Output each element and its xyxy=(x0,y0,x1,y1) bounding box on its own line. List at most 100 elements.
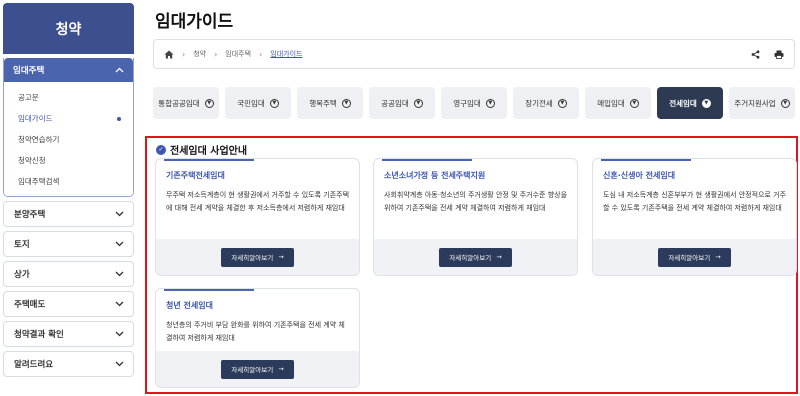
breadcrumb-separator-icon: › xyxy=(259,49,263,59)
button-label: 자세히알아보기 xyxy=(668,254,711,262)
button-label: 자세히알아보기 xyxy=(231,254,274,262)
accordion-rental-housing: 임대주택 공고문 임대가이드 청약연습하기 청약신청 임대주택검색 xyxy=(3,58,134,197)
arrow-right-icon: → xyxy=(715,253,721,261)
tab-jeonse-rental[interactable]: 전세임대 ▼ xyxy=(657,87,723,119)
card-footer: 자세히알아보기 → xyxy=(374,239,577,275)
chevron-down-icon xyxy=(113,298,125,310)
tab-label: 공공임대 xyxy=(381,98,409,108)
page-title: 임대가이드 xyxy=(155,12,234,32)
chevron-down-icon xyxy=(113,208,125,220)
chevron-down-icon xyxy=(113,268,125,280)
accordion-label: 상가 xyxy=(14,270,30,280)
learn-more-button[interactable]: 자세히알아보기 → xyxy=(221,359,294,379)
print-icon[interactable] xyxy=(774,50,784,59)
circle-chevron-down-icon: ▼ xyxy=(204,98,214,108)
tab-permanent[interactable]: 영구임대 ▼ xyxy=(441,87,507,119)
breadcrumb-separator-icon: › xyxy=(214,49,218,59)
submenu-item-apply[interactable]: 청약신청 xyxy=(4,150,133,171)
card-description: 도심 내 저소득계층 신혼부부가 현 생활권에서 안정적으로 거주할 수 있도록… xyxy=(603,191,787,212)
accordion-label: 분양주택 xyxy=(14,210,46,220)
tab-label: 국민임대 xyxy=(237,98,265,108)
submenu-item-practice[interactable]: 청약연습하기 xyxy=(4,129,133,150)
tab-long-term-jeonse[interactable]: 장기전세 ▼ xyxy=(513,87,579,119)
tab-label: 주거지원사업 xyxy=(734,98,776,108)
circle-chevron-down-icon: ▼ xyxy=(557,98,567,108)
accordion-label: 임대주택 xyxy=(13,66,45,76)
tab-national[interactable]: 국민임대 ▼ xyxy=(225,87,291,119)
circle-chevron-down-icon: ▼ xyxy=(629,98,639,108)
card-newlywed: 신혼·신생아 전세임대 도심 내 저소득계층 신혼부부가 현 생활권에서 안정적… xyxy=(592,158,797,276)
share-icon[interactable] xyxy=(751,49,760,59)
accordion-label: 토지 xyxy=(14,240,30,250)
circle-chevron-down-icon: ▼ xyxy=(780,98,790,108)
accordion-sale-housing[interactable]: 분양주택 xyxy=(3,201,134,227)
section-bullet-icon: ✓ xyxy=(156,144,166,155)
tab-label: 전세임대 xyxy=(669,98,697,108)
chevron-down-icon xyxy=(113,358,125,370)
card-description: 무주택 저소득계층이 현 생활권에서 거주할 수 있도록 기존주택에 대해 전세… xyxy=(166,191,350,212)
card-title: 신혼·신생아 전세임대 xyxy=(603,171,676,180)
card-youth-jeonse: 청년 전세임대 청년층의 주거비 부담 완화를 위하여 기존주택을 전세 계약 … xyxy=(155,288,360,388)
submenu-label: 청약연습하기 xyxy=(18,135,60,144)
circle-chevron-down-icon: ▼ xyxy=(701,98,711,108)
tab-label: 매입임대 xyxy=(597,98,625,108)
accordion-results[interactable]: 청약결과 확인 xyxy=(3,321,134,347)
learn-more-button[interactable]: 자세히알아보기 → xyxy=(439,247,512,267)
arrow-right-icon: → xyxy=(496,253,502,261)
card-title: 청년 전세임대 xyxy=(166,301,213,310)
tab-housing-support[interactable]: 주거지원사업 ▼ xyxy=(729,87,795,119)
accordion-submenu: 공고문 임대가이드 청약연습하기 청약신청 임대주택검색 xyxy=(4,82,133,196)
rental-type-tabs: 통합공공임대 ▼ 국민임대 ▼ 행복주택 ▼ 공공임대 ▼ 영구임대 ▼ 장기전세 ▼ 매입… xyxy=(153,87,795,119)
card-footer: 자세히알아보기 → xyxy=(156,239,359,275)
card-footer: 자세히알아보기 → xyxy=(593,239,796,275)
accordion-land[interactable]: 토지 xyxy=(3,231,134,257)
submenu-label: 공고문 xyxy=(18,93,39,102)
card-existing-jeonse: 기존주택전세임대 무주택 저소득계층이 현 생활권에서 거주할 수 있도록 기존… xyxy=(155,158,360,276)
accordion-commercial[interactable]: 상가 xyxy=(3,261,134,287)
tab-integrated-public[interactable]: 통합공공임대 ▼ xyxy=(153,87,219,119)
learn-more-button[interactable]: 자세히알아보기 → xyxy=(221,247,294,267)
accordion-house-sale[interactable]: 주택매도 xyxy=(3,291,134,317)
home-icon[interactable] xyxy=(164,50,174,59)
card-description: 사회취약계층 아동·청소년의 주거생활 안정 및 주거수준 향상을 위하여 기존… xyxy=(384,191,568,212)
accordion-label: 주택매도 xyxy=(14,300,46,310)
sidebar-header: 청약 xyxy=(3,3,134,54)
tab-public[interactable]: 공공임대 ▼ xyxy=(369,87,435,119)
breadcrumb-actions xyxy=(751,49,784,59)
sidebar: 청약 임대주택 공고문 임대가이드 청약연습하기 청약신청 임대주택검색 분양주… xyxy=(3,3,134,377)
submenu-item-notice[interactable]: 공고문 xyxy=(4,87,133,108)
button-label: 자세히알아보기 xyxy=(449,254,492,262)
tab-label: 장기전세 xyxy=(525,98,553,108)
section-title: ✓ 전세임대 사업안내 xyxy=(156,142,247,157)
accordion-label: 알려드려요 xyxy=(14,360,54,370)
button-label: 자세히알아보기 xyxy=(231,366,274,374)
submenu-label: 임대주택검색 xyxy=(18,177,60,186)
section-title-text: 전세임대 사업안내 xyxy=(170,146,248,157)
breadcrumb-current[interactable]: 임대가이드 xyxy=(270,49,302,59)
card-title: 소년소녀가정 등 전세주택지원 xyxy=(384,171,486,180)
card-title: 기존주택전세임대 xyxy=(166,171,225,180)
breadcrumb-item[interactable]: 임대주택 xyxy=(225,49,251,59)
tab-happy-housing[interactable]: 행복주택 ▼ xyxy=(297,87,363,119)
submenu-label: 청약신청 xyxy=(18,156,46,165)
card-footer: 자세히알아보기 → xyxy=(156,351,359,387)
submenu-item-search[interactable]: 임대주택검색 xyxy=(4,171,133,192)
tab-label: 행복주택 xyxy=(309,98,337,108)
accordion-label: 청약결과 확인 xyxy=(14,330,64,340)
breadcrumb-item[interactable]: 청약 xyxy=(193,49,206,59)
card-description: 청년층의 주거비 부담 완화를 위하여 기존주택을 전세 계약 체결하여 저렴하… xyxy=(166,321,345,342)
tab-purchase[interactable]: 매입임대 ▼ xyxy=(585,87,651,119)
submenu-item-rental-guide[interactable]: 임대가이드 xyxy=(4,108,133,129)
learn-more-button[interactable]: 자세히알아보기 → xyxy=(658,247,731,267)
accordion-rental-housing-header[interactable]: 임대주택 xyxy=(4,58,133,82)
breadcrumb-separator-icon: › xyxy=(182,49,186,59)
chevron-up-icon xyxy=(113,64,125,76)
tab-label: 영구임대 xyxy=(453,98,481,108)
active-dot-icon xyxy=(117,116,121,121)
circle-chevron-down-icon: ▼ xyxy=(269,98,279,108)
chevron-down-icon xyxy=(113,328,125,340)
accordion-notices[interactable]: 알려드려요 xyxy=(3,351,134,377)
circle-chevron-down-icon: ▼ xyxy=(485,98,495,108)
content-highlight-box: ✓ 전세임대 사업안내 기존주택전세임대 무주택 저소득계층이 현 생활권에서 … xyxy=(145,136,798,394)
arrow-right-icon: → xyxy=(278,253,284,261)
